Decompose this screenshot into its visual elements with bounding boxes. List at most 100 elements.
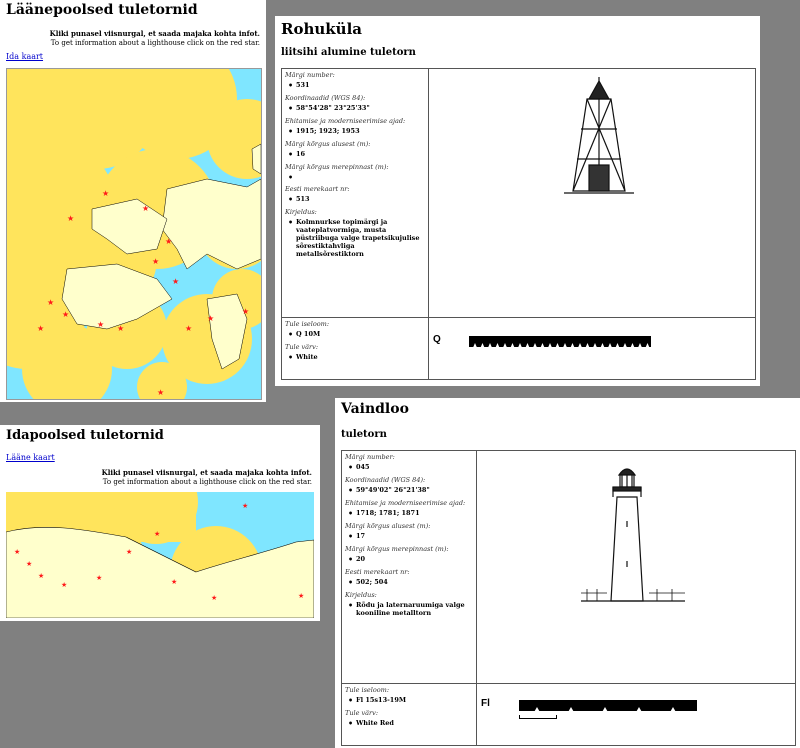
chart-value: 513: [288, 194, 428, 204]
flash-mark: [637, 343, 643, 350]
built-label: Ehitamise ja moderniseerimise ajad:: [345, 499, 466, 507]
coords-label: Koordinaadid (WGS 84):: [285, 94, 366, 102]
rohukyla-flash-marks: [472, 343, 651, 350]
west-map-link[interactable]: Lääne kaart: [6, 453, 55, 462]
east-map-link[interactable]: Ida kaart: [6, 52, 43, 61]
desc-label: Kirjeldus:: [285, 208, 317, 216]
vaindloo-attributes: Märgi number: 045 Koordinaadid (WGS 84):…: [341, 450, 477, 684]
coords-value: 58°54'28" 23°25'33": [288, 103, 428, 113]
flash-mark: [607, 343, 613, 350]
east-instruction-en: To get information about a lighthouse cl…: [102, 478, 312, 486]
number-label: Märgi number:: [345, 453, 395, 461]
svg-text:★: ★: [185, 324, 192, 333]
chart-label: Eesti merekaart nr:: [345, 568, 410, 576]
svg-text:★: ★: [26, 560, 32, 568]
height-ground-label: Märgi kõrgus alusest (m):: [345, 522, 431, 530]
rohukyla-tower-drawing: [564, 77, 634, 194]
flash-mark: [622, 343, 628, 350]
flash-mark: [502, 343, 508, 350]
svg-text:★: ★: [102, 189, 109, 198]
svg-text:★: ★: [171, 578, 177, 586]
character-value: Fl 15s13-19M: [348, 695, 476, 705]
desc-value: Rõdu ja laternaruumiga valge kooniline m…: [348, 600, 470, 617]
color-value: White: [288, 352, 428, 362]
rohukyla-light-pattern-cell: Q: [428, 317, 756, 380]
svg-text:★: ★: [126, 548, 132, 556]
rohukyla-light-code: Q: [433, 334, 441, 345]
svg-text:★: ★: [298, 592, 304, 600]
east-map-window: Idapoolsed tuletornid Lääne kaart Kliki …: [0, 425, 320, 621]
west-map-svg[interactable]: ★ ★ ★ ★ ★ ★ ★ ★ ★ ★ ★ ★ ★ ★ ★: [7, 69, 261, 399]
flash-mark: [554, 343, 561, 350]
chart-label: Eesti merekaart nr:: [285, 185, 350, 193]
color-label: Tule värv:: [345, 709, 379, 717]
built-label: Ehitamise ja moderniseerimise ajad:: [285, 117, 406, 125]
svg-text:★: ★: [67, 214, 74, 223]
svg-text:★: ★: [207, 314, 214, 323]
rohukyla-image-cell: [428, 68, 756, 318]
color-label: Tule värv:: [285, 343, 319, 351]
character-label: Tule iseloom:: [285, 320, 330, 328]
character-label: Tule iseloom:: [345, 686, 390, 694]
flash-mark: [532, 343, 538, 350]
east-map-svg[interactable]: ★ ★ ★ ★ ★ ★ ★ ★ ★ ★ ★: [6, 492, 314, 618]
height-sea-label: Märgi kõrgus merepinnast (m):: [345, 545, 449, 553]
character-value: Q 10M: [288, 329, 428, 339]
vaindloo-info-window: Vaindloo tuletorn Märgi number: 045 Koor…: [335, 398, 800, 748]
vaindloo-subtitle: tuletorn: [341, 429, 387, 440]
svg-text:★: ★: [242, 307, 249, 316]
vaindloo-title: Vaindloo: [341, 401, 409, 417]
rohukyla-title: Rohuküla: [281, 20, 362, 38]
svg-text:★: ★: [14, 548, 20, 556]
vaindloo-tower-drawing: [581, 468, 685, 602]
svg-text:★: ★: [165, 237, 172, 246]
svg-text:★: ★: [96, 574, 102, 582]
number-value: 531: [288, 80, 428, 90]
flash-mark: [614, 343, 621, 350]
east-instructions: Kliki punasel viisnurgal, et saada majak…: [60, 468, 312, 487]
west-map-window: Läänepoolsed tuletornid Kliki punasel vi…: [0, 0, 266, 402]
vaindloo-image-cell: [476, 450, 796, 684]
flash-mark: [479, 343, 486, 350]
flash-mark: [577, 343, 583, 350]
number-label: Märgi number:: [285, 71, 335, 79]
svg-text:★: ★: [47, 298, 54, 307]
vaindloo-light-attributes: Tule iseloom: Fl 15s13-19M Tule värv: Wh…: [341, 683, 477, 746]
flash-mark: [592, 343, 598, 350]
desc-label: Kirjeldus:: [345, 591, 377, 599]
flash-mark: [494, 343, 501, 350]
svg-text:★: ★: [154, 530, 160, 538]
svg-text:★: ★: [142, 204, 149, 213]
east-title: Idapoolsed tuletornid: [6, 428, 164, 443]
west-map[interactable]: ★ ★ ★ ★ ★ ★ ★ ★ ★ ★ ★ ★ ★ ★ ★: [6, 68, 262, 400]
flash-mark: [584, 343, 591, 350]
flash-mark: [562, 343, 568, 350]
flash-mark: [539, 343, 546, 350]
west-instruction-en: To get information about a lighthouse cl…: [50, 39, 260, 47]
vaindloo-flash-marks: [533, 707, 677, 714]
desc-value: Kolmnurkse topimärgi ja vaateplatvormiga…: [288, 217, 422, 258]
east-map[interactable]: ★ ★ ★ ★ ★ ★ ★ ★ ★ ★ ★: [6, 492, 314, 618]
flash-mark: [599, 343, 606, 350]
flash-mark: [517, 343, 523, 350]
svg-text:★: ★: [97, 320, 104, 329]
flash-mark: [472, 343, 478, 350]
vaindloo-light-pattern: [519, 700, 697, 714]
west-title: Läänepoolsed tuletornid: [6, 2, 198, 18]
height-sea-value: [288, 172, 428, 182]
svg-text:★: ★: [172, 277, 179, 286]
flash-mark: [629, 343, 636, 350]
svg-text:★: ★: [211, 594, 217, 602]
svg-text:★: ★: [242, 502, 248, 510]
rohukyla-subtitle: liitsihi alumine tuletorn: [281, 47, 416, 58]
flash-mark: [569, 343, 576, 350]
east-instruction-et: Kliki punasel viisnurgal, et saada majak…: [101, 468, 312, 477]
svg-text:★: ★: [117, 324, 124, 333]
height-sea-value: 20: [348, 554, 476, 564]
height-ground-value: 17: [348, 531, 476, 541]
height-ground-value: 16: [288, 149, 428, 159]
svg-text:★: ★: [38, 572, 44, 580]
flash-mark: [644, 343, 651, 350]
height-sea-label: Märgi kõrgus merepinnast (m):: [285, 163, 389, 171]
number-value: 045: [348, 462, 476, 472]
